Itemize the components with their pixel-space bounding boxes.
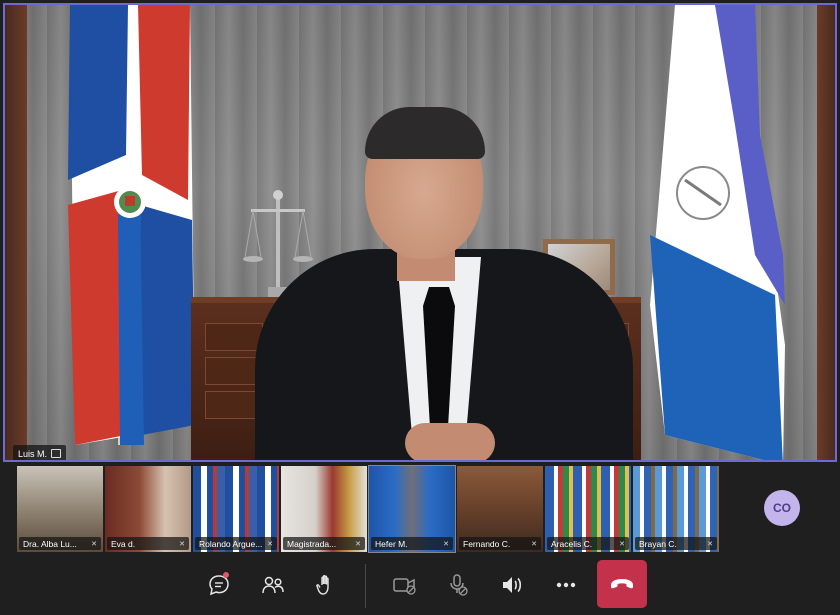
- hangup-icon: [611, 579, 633, 589]
- active-speaker-video[interactable]: Luis M.: [3, 3, 837, 462]
- chat-notification-dot: [223, 572, 229, 578]
- mic-muted-icon: ✕: [179, 540, 185, 548]
- participant-name: Aracelis C.: [551, 538, 593, 549]
- speaker-hands: [405, 423, 495, 460]
- mic-toggle-button[interactable]: [438, 565, 478, 605]
- raise-hand-button[interactable]: [306, 565, 346, 605]
- participant-name: Fernando C.: [463, 538, 511, 549]
- participant-name: Eva d.: [111, 538, 136, 549]
- participant-tile[interactable]: Aracelis C. ✕: [545, 466, 631, 552]
- dominican-flag: [60, 5, 200, 445]
- wood-wall-left: [5, 5, 27, 460]
- mic-muted-icon: ✕: [619, 540, 625, 548]
- participant-name: Brayan C.: [639, 538, 677, 549]
- speaker-name-tag: Luis M.: [13, 445, 67, 460]
- mic-muted-icon: ✕: [707, 540, 713, 548]
- mic-off-icon: [450, 574, 468, 596]
- chat-button[interactable]: [199, 565, 239, 605]
- hand-icon: [316, 575, 329, 595]
- captions-icon: [51, 449, 62, 458]
- more-options-button[interactable]: [546, 565, 586, 605]
- participant-tile[interactable]: Brayan C. ✕: [633, 466, 719, 552]
- participant-name: Rolando Argue...: [199, 538, 263, 549]
- speaker-button[interactable]: [492, 565, 532, 605]
- mic-muted-icon: ✕: [267, 540, 273, 548]
- participant-tile[interactable]: Magistrada... ✕: [281, 466, 367, 552]
- mic-muted-icon: ✕: [355, 540, 361, 548]
- participant-gallery: Dra. Alba Lu... ✕ Eva d. ✕ Rolando Argue..…: [17, 465, 719, 553]
- camera-toggle-button[interactable]: [385, 565, 425, 605]
- participant-name: Hefer M.: [375, 538, 408, 549]
- participant-tile[interactable]: Rolando Argue... ✕: [193, 466, 279, 552]
- mic-muted-icon: ✕: [531, 540, 537, 548]
- camera-off-icon: [393, 578, 416, 595]
- control-divider: [365, 564, 366, 608]
- participant-name: Dra. Alba Lu...: [23, 538, 77, 549]
- hangup-button[interactable]: [597, 560, 647, 608]
- participant-tile[interactable]: Dra. Alba Lu... ✕: [17, 466, 103, 552]
- speaker-name: Luis M.: [18, 448, 48, 459]
- mic-muted-icon: ✕: [443, 540, 449, 548]
- speaker-icon: [503, 577, 522, 593]
- participant-tile[interactable]: Fernando C. ✕: [457, 466, 543, 552]
- participant-tile[interactable]: Hefer M. ✕: [368, 465, 456, 553]
- people-button[interactable]: [253, 565, 293, 605]
- overflow-participants-avatar[interactable]: CO: [764, 490, 800, 526]
- institutional-flag: [645, 5, 785, 460]
- more-icon: [556, 582, 576, 588]
- speaker-hair: [365, 107, 485, 159]
- wood-wall-right: [817, 5, 835, 460]
- participant-tile[interactable]: Eva d. ✕: [105, 466, 191, 552]
- people-icon: [262, 576, 284, 594]
- mic-muted-icon: ✕: [91, 540, 97, 548]
- participant-name: Magistrada...: [287, 538, 337, 549]
